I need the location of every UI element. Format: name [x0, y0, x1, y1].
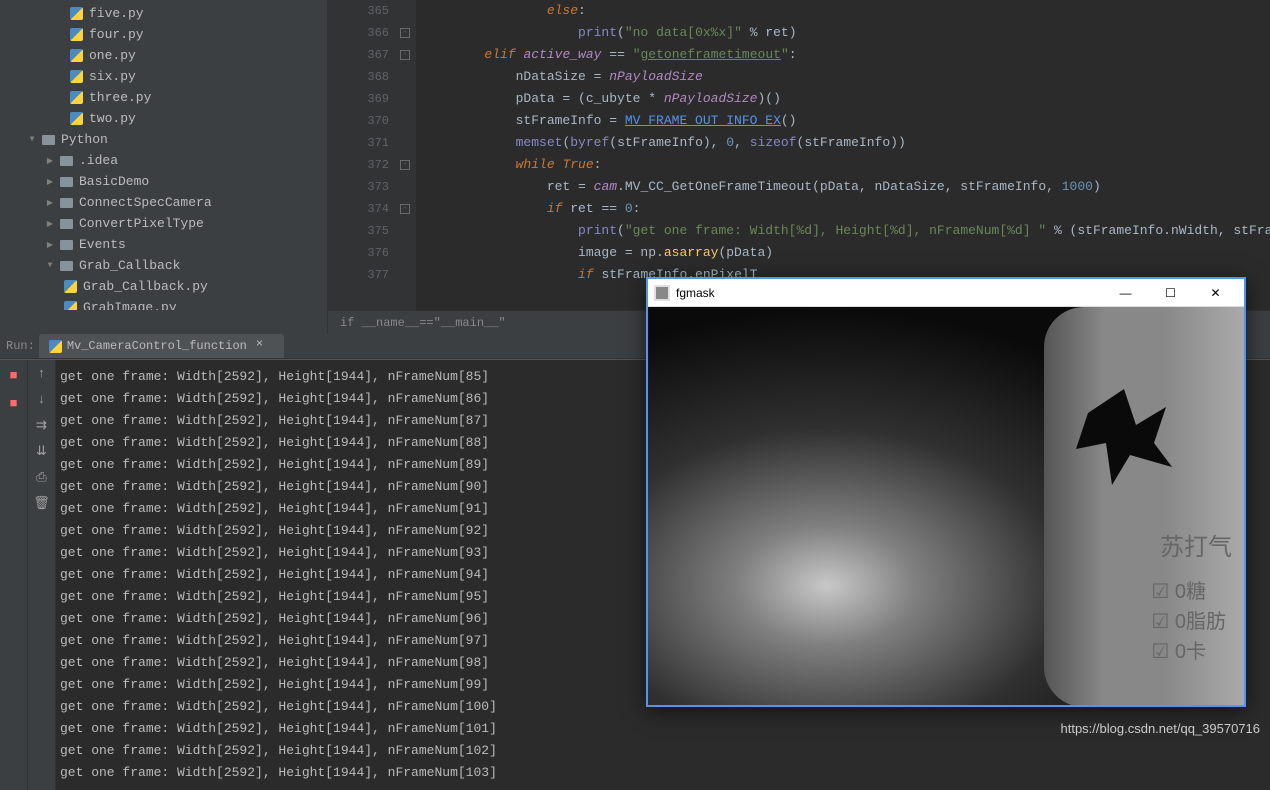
- run-tab-label: Mv_CameraControl_function: [67, 339, 247, 353]
- run-tool-strip-secondary: ↑ ↓ ⇉ ⇊ ⎙ 🗑: [28, 360, 56, 790]
- bottle-heading: 苏打气: [1160, 527, 1232, 562]
- app-icon: [654, 285, 670, 301]
- tree-item-label: six.py: [89, 69, 136, 84]
- watermark: https://blog.csdn.net/qq_39570716: [1061, 721, 1261, 736]
- tree-item-label: BasicDemo: [79, 174, 149, 189]
- tree-item-label: two.py: [89, 111, 136, 126]
- fold-marker-icon[interactable]: -: [400, 50, 410, 60]
- code-editor[interactable]: 365366367368369370371372373374375376377 …: [328, 0, 1270, 310]
- tree-item-label: five.py: [89, 6, 144, 21]
- folder-item[interactable]: ▶ ConvertPixelType: [0, 213, 327, 234]
- file-item[interactable]: two.py: [0, 108, 327, 129]
- run-label: Run:: [2, 339, 39, 353]
- tree-item-label: ConvertPixelType: [79, 216, 204, 231]
- tree-item-label: GrabImage.py: [83, 300, 177, 310]
- python-file-icon: [49, 340, 62, 353]
- file-item[interactable]: Grab_Callback.py: [0, 276, 327, 297]
- run-tool-strip-primary: ■ ■: [0, 360, 28, 790]
- trash-icon[interactable]: 🗑: [33, 494, 51, 512]
- file-item[interactable]: five.py: [0, 3, 327, 24]
- minimize-icon[interactable]: —: [1103, 280, 1148, 306]
- chevron-right-icon[interactable]: ▶: [44, 155, 56, 167]
- folder-item[interactable]: ▶ BasicDemo: [0, 171, 327, 192]
- rerun-icon[interactable]: ■: [5, 366, 23, 384]
- folder-icon: [58, 195, 74, 211]
- tree-item-label: ConnectSpecCamera: [79, 195, 212, 210]
- bottle-logo-icon: [1064, 377, 1184, 497]
- folder-item[interactable]: ▼ Python: [0, 129, 327, 150]
- chevron-right-icon[interactable]: ▶: [44, 239, 56, 251]
- tree-item-label: .idea: [79, 153, 118, 168]
- file-item[interactable]: three.py: [0, 87, 327, 108]
- scroll-end-icon[interactable]: ⇊: [33, 442, 51, 460]
- tree-item-label: three.py: [89, 90, 151, 105]
- chevron-right-icon[interactable]: ▶: [44, 176, 56, 188]
- project-tree[interactable]: five.py four.py one.py six.py three.py two.py…: [0, 0, 328, 310]
- chevron-right-icon[interactable]: ▶: [44, 218, 56, 230]
- fold-gutter[interactable]: - - - -: [398, 0, 416, 310]
- folder-icon: [58, 216, 74, 232]
- tree-item-label: Events: [79, 237, 126, 252]
- python-file-icon: [68, 111, 84, 127]
- chevron-down-icon[interactable]: ▼: [44, 260, 56, 272]
- folder-icon: [58, 258, 74, 274]
- folder-item[interactable]: ▼ Grab_Callback: [0, 255, 327, 276]
- python-file-icon: [68, 6, 84, 22]
- fold-marker-icon[interactable]: -: [400, 204, 410, 214]
- maximize-icon[interactable]: ☐: [1148, 280, 1193, 306]
- down-arrow-icon[interactable]: ↓: [33, 390, 51, 408]
- file-item[interactable]: GrabImage.py: [0, 297, 327, 310]
- window-content: 苏打气 ☑ 0糖☑ 0脂肪☑ 0卡: [648, 307, 1244, 705]
- close-icon[interactable]: ×: [256, 337, 274, 355]
- bottle-checks: ☑ 0糖☑ 0脂肪☑ 0卡: [1151, 577, 1226, 667]
- wrap-icon[interactable]: ⇉: [33, 416, 51, 434]
- tree-item-label: four.py: [89, 27, 144, 42]
- python-file-icon: [68, 48, 84, 64]
- print-icon[interactable]: ⎙: [33, 468, 51, 486]
- python-file-icon: [68, 27, 84, 43]
- folder-item[interactable]: ▶ ConnectSpecCamera: [0, 192, 327, 213]
- folder-item[interactable]: ▶ .idea: [0, 150, 327, 171]
- up-arrow-icon[interactable]: ↑: [33, 364, 51, 382]
- chevron-down-icon[interactable]: ▼: [26, 134, 38, 146]
- run-tab[interactable]: Mv_CameraControl_function ×: [39, 334, 284, 358]
- line-gutter: 365366367368369370371372373374375376377: [328, 0, 398, 310]
- folder-icon: [58, 153, 74, 169]
- chevron-right-icon[interactable]: ▶: [44, 197, 56, 209]
- window-titlebar[interactable]: fgmask — ☐ ✕: [648, 279, 1244, 307]
- python-file-icon: [68, 90, 84, 106]
- file-item[interactable]: one.py: [0, 45, 327, 66]
- tree-item-label: one.py: [89, 48, 136, 63]
- tree-item-label: Grab_Callback: [79, 258, 180, 273]
- rerun2-icon[interactable]: ■: [5, 394, 23, 412]
- fold-marker-icon[interactable]: -: [400, 160, 410, 170]
- folder-item[interactable]: ▶ Events: [0, 234, 327, 255]
- folder-icon: [40, 132, 56, 148]
- folder-icon: [58, 237, 74, 253]
- file-item[interactable]: four.py: [0, 24, 327, 45]
- folder-icon: [58, 174, 74, 190]
- python-file-icon: [68, 69, 84, 85]
- file-item[interactable]: six.py: [0, 66, 327, 87]
- close-icon[interactable]: ✕: [1193, 280, 1238, 306]
- tree-item-label: Grab_Callback.py: [83, 279, 208, 294]
- python-file-icon: [62, 279, 78, 295]
- fold-marker-icon[interactable]: -: [400, 28, 410, 38]
- window-title: fgmask: [676, 286, 1103, 300]
- fgmask-window[interactable]: fgmask — ☐ ✕ 苏打气 ☑ 0糖☑ 0脂肪☑ 0卡: [646, 277, 1246, 707]
- python-file-icon: [62, 300, 78, 311]
- code-area[interactable]: else: print("no data[0x%x]" % ret) elif …: [416, 0, 1270, 310]
- tree-item-label: Python: [61, 132, 108, 147]
